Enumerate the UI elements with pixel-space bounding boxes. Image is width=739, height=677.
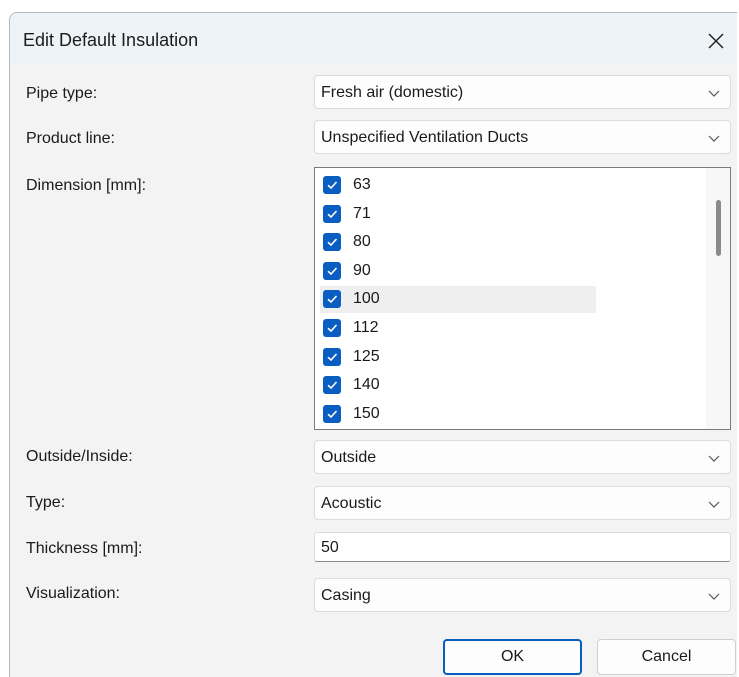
checkmark-icon xyxy=(327,210,338,218)
title-bar: Edit Default Insulation xyxy=(10,13,737,65)
visualization-dropdown[interactable]: Casing xyxy=(314,578,731,612)
dimension-item[interactable]: 100 xyxy=(320,286,596,314)
checkmark-icon xyxy=(327,181,338,190)
checkmark-icon xyxy=(327,295,338,304)
dimension-item[interactable]: 63 xyxy=(320,172,596,199)
checkbox[interactable] xyxy=(323,404,341,423)
vertical-scrollbar[interactable] xyxy=(706,168,730,429)
checkmark-icon xyxy=(327,267,338,275)
dimension-item-label: 100 xyxy=(353,290,380,308)
dimension-item[interactable]: 140 xyxy=(320,372,596,399)
checkbox[interactable] xyxy=(323,261,341,280)
outside-inside-value: Outside xyxy=(321,449,377,466)
close-button[interactable] xyxy=(695,21,737,61)
dimension-item-label: 63 xyxy=(353,176,371,193)
checkmark-icon xyxy=(327,353,338,361)
outside-inside-label: Outside/Inside: xyxy=(26,448,133,465)
visualization-value: Casing xyxy=(321,587,371,604)
dimension-item-label: 80 xyxy=(353,233,371,251)
dimension-item-label: 140 xyxy=(353,376,380,394)
product-line-label: Product line: xyxy=(26,130,115,147)
pipe-type-value: Fresh air (domestic) xyxy=(321,84,464,101)
thickness-label: Thickness [mm]: xyxy=(26,540,143,557)
dimension-item-label: 150 xyxy=(353,404,380,422)
checkmark-icon xyxy=(327,410,338,418)
close-icon xyxy=(708,33,724,49)
dimension-item-label: 125 xyxy=(353,347,380,365)
dimension-item[interactable]: 125 xyxy=(320,344,596,371)
checkbox[interactable] xyxy=(323,290,341,309)
checkmark-icon xyxy=(327,381,338,390)
chevron-down-icon xyxy=(708,90,720,97)
product-line-dropdown[interactable]: Unspecified Ventilation Ducts xyxy=(314,120,731,154)
chevron-down-icon xyxy=(708,455,720,462)
type-dropdown[interactable]: Acoustic xyxy=(314,486,731,520)
outside-inside-dropdown[interactable]: Outside xyxy=(314,440,731,474)
dimension-item-label: 71 xyxy=(353,204,371,222)
type-label: Type: xyxy=(26,494,66,511)
type-value: Acoustic xyxy=(321,495,382,512)
dimension-label: Dimension [mm]: xyxy=(26,177,147,194)
dialog-title: Edit Default Insulation xyxy=(23,30,199,50)
checkbox[interactable] xyxy=(323,176,341,194)
chevron-down-icon xyxy=(708,501,720,508)
dimension-checklist[interactable]: 63 71 80 90 100 112 125 140 150 xyxy=(314,167,731,430)
dimension-item[interactable]: 71 xyxy=(320,201,596,228)
cancel-button[interactable]: Cancel xyxy=(597,639,736,675)
checkbox[interactable] xyxy=(323,347,341,366)
scrollbar-thumb[interactable] xyxy=(716,200,721,256)
edit-default-insulation-dialog: Edit Default Insulation Pipe type: Fresh… xyxy=(9,12,737,677)
product-line-value: Unspecified Ventilation Ducts xyxy=(321,129,529,146)
checkbox[interactable] xyxy=(323,233,341,252)
checkbox[interactable] xyxy=(323,376,341,395)
thickness-input[interactable]: 50 xyxy=(314,532,731,562)
dimension-item[interactable]: 150 xyxy=(320,401,596,428)
pipe-type-label: Pipe type: xyxy=(26,85,98,102)
dimension-item[interactable]: 90 xyxy=(320,258,596,285)
visualization-label: Visualization: xyxy=(26,585,120,602)
dimension-item-label: 112 xyxy=(353,319,379,336)
thickness-value: 50 xyxy=(321,539,339,556)
checkmark-icon xyxy=(327,238,338,247)
checkmark-icon xyxy=(327,324,338,333)
chevron-down-icon xyxy=(708,135,720,142)
pipe-type-dropdown[interactable]: Fresh air (domestic) xyxy=(314,75,731,109)
ok-button[interactable]: OK xyxy=(443,639,582,675)
dimension-item[interactable]: 112 xyxy=(320,315,596,342)
chevron-down-icon xyxy=(708,593,720,600)
checkbox[interactable] xyxy=(323,204,341,223)
dimension-item-label: 90 xyxy=(353,261,371,279)
checkbox[interactable] xyxy=(323,319,341,337)
dimension-item[interactable]: 80 xyxy=(320,229,596,256)
